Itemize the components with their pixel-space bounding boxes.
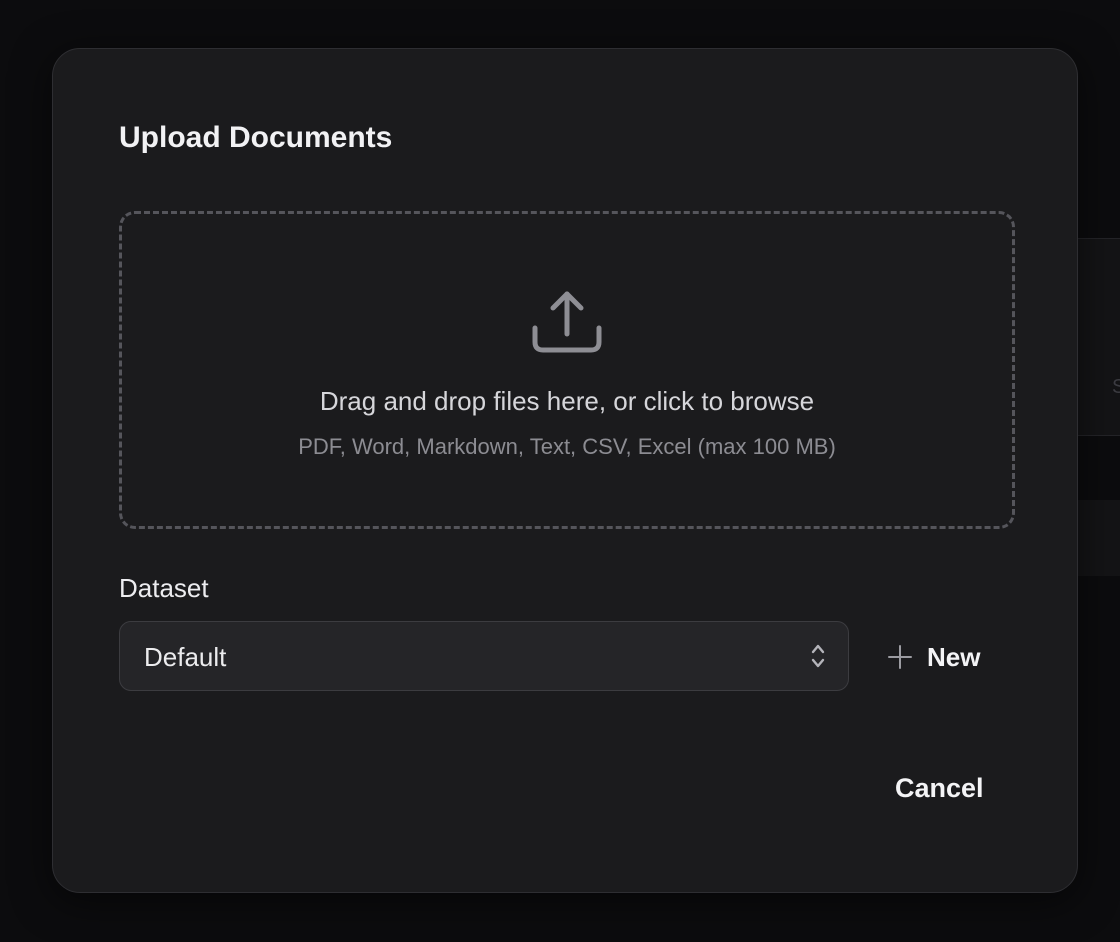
dropzone-file-types-text: PDF, Word, Markdown, Text, CSV, Excel (m…	[298, 434, 836, 459]
plus-icon	[888, 645, 912, 669]
file-dropzone[interactable]: Drag and drop files here, or click to br…	[119, 211, 1015, 529]
dataset-selected-value: Default	[144, 642, 227, 672]
upload-documents-dialog: Upload Documents Drag and drop files her…	[52, 48, 1078, 893]
upload-icon	[532, 291, 602, 353]
dataset-label: Dataset	[119, 573, 209, 603]
dropzone-primary-text: Drag and drop files here, or click to br…	[319, 386, 815, 416]
chevron-up-down-icon	[811, 644, 825, 668]
cancel-button[interactable]: Cancel	[895, 773, 984, 804]
dialog-title: Upload Documents	[119, 121, 393, 154]
dataset-select[interactable]: Default	[119, 621, 849, 691]
new-dataset-button[interactable]: New	[887, 637, 980, 677]
page: h? orkfl S gn Upload Documents Drag and …	[0, 0, 1120, 942]
background-card-text: S	[1112, 376, 1120, 398]
new-dataset-label: New	[927, 641, 981, 672]
